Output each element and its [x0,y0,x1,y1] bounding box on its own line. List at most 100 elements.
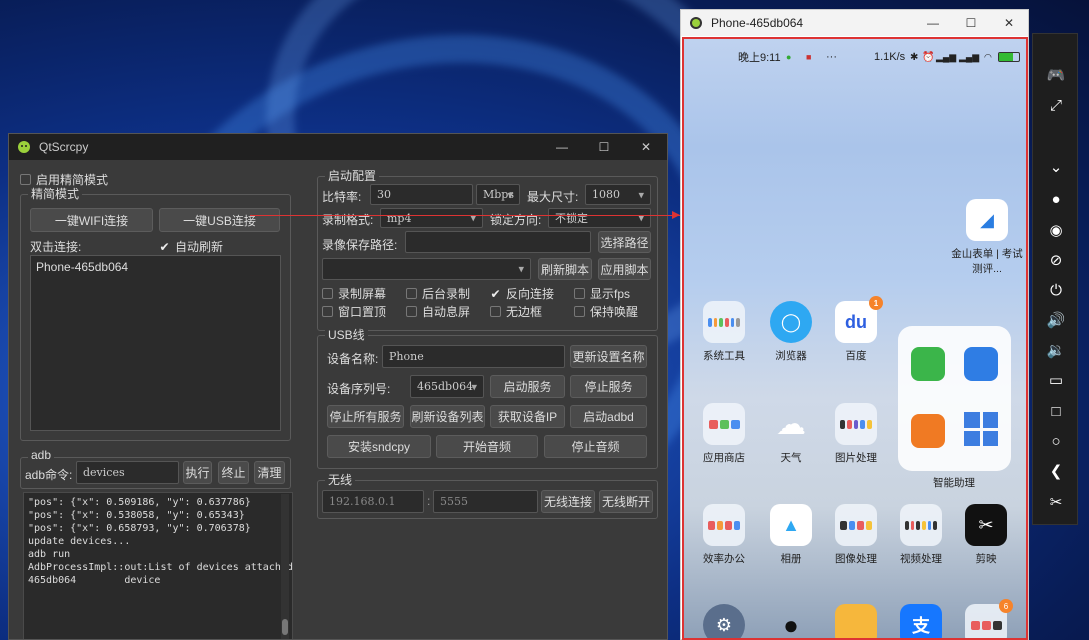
eye-icon[interactable]: ◉ [1040,217,1072,243]
wireless-disconnect-button[interactable]: 无线断开 [599,490,653,513]
volume-up-icon[interactable]: 🔊 [1040,307,1072,333]
log-line: "pos": {"x": 0.538058, "y": 0.65343} [28,510,245,521]
option-frameless[interactable]: 无边框 [490,303,542,320]
app-gallery[interactable]: ▲ 相册 [759,504,823,566]
dock-qq[interactable]: ● [759,604,823,640]
install-sndcpy-button[interactable]: 安装sndcpy [327,435,431,458]
refresh-devices-button[interactable]: 刷新设备列表 [410,405,485,428]
log-line: 465db064 device [28,575,161,586]
checkbox-icon [322,288,333,299]
device-name-input[interactable]: Phone [382,345,565,368]
record-format-select[interactable]: mp4 [380,208,483,228]
log-line: "pos": {"x": 0.658793, "y": 0.706378} [28,523,251,534]
app-video-processing[interactable]: 视频处理 [889,504,953,566]
option-auto-screen-off[interactable]: 自动息屏 [406,303,470,320]
max-size-select[interactable]: 1080 [585,184,651,205]
device-list[interactable]: Phone-465db064 [30,255,281,431]
stop-service-button[interactable]: 停止服务 [570,375,647,398]
scrollbar-thumb[interactable] [282,619,288,635]
adb-execute-button[interactable]: 执行 [183,461,212,484]
wireless-connect-button[interactable]: 无线连接 [541,490,595,513]
script-select[interactable] [322,258,531,280]
apply-script-button[interactable]: 应用脚本 [598,258,651,280]
lock-direction-select[interactable]: 不锁定 [548,208,651,228]
collapse-icon[interactable]: ⌄ [1040,154,1072,180]
start-audio-button[interactable]: 开始音频 [436,435,538,458]
app-weather[interactable]: ☁ 天气 [759,403,823,465]
cut-icon[interactable]: ✂ [1040,489,1072,515]
record-format-label: 录制格式: [322,213,374,227]
eye-off-icon[interactable]: ⊘ [1040,247,1072,273]
option-background-record[interactable]: 后台录制 [406,285,470,302]
wifi-connect-button[interactable]: 一键WIFI连接 [30,208,153,232]
bitrate-unit-select[interactable]: Mbps [476,184,520,205]
dock-alipay[interactable]: 支 [889,604,953,638]
log-scrollbar[interactable] [281,494,289,639]
app-store[interactable]: 应用商店 [692,403,756,465]
adb-clear-button[interactable]: 清理 [254,461,285,484]
qtscrcpy-window: QtScrcpy — ☐ ✕ 启用精简模式 精简模式 一键WIFI连接 一键US… [8,133,668,640]
option-record-screen[interactable]: 录制屏幕 [322,285,386,302]
stop-audio-button[interactable]: 停止音频 [544,435,647,458]
app-switch-icon[interactable]: ▭ [1040,367,1072,393]
maximize-icon[interactable]: ☐ [952,10,990,36]
adb-terminate-button[interactable]: 终止 [218,461,249,484]
gamepad-icon[interactable]: 🎮 [1040,62,1072,88]
bitrate-label: 比特率: [322,190,362,204]
minimize-icon[interactable]: — [914,10,952,36]
dock-folder[interactable]: 6 [954,599,1018,638]
record-path-input[interactable] [405,231,591,253]
usb-connect-button[interactable]: 一键USB连接 [159,208,280,232]
bitrate-input[interactable]: 30 [370,184,473,205]
volume-down-icon[interactable]: 🔉 [1040,337,1072,363]
option-reverse-connect[interactable]: ✔ 反向连接 [490,285,554,302]
smart-assistant-widget[interactable] [898,326,1011,471]
update-name-button[interactable]: 更新设置名称 [570,345,647,368]
dock-notes[interactable] [824,604,888,638]
maximize-icon[interactable]: ☐ [583,134,625,160]
app-image-processing[interactable]: 图片处理 [824,403,888,465]
more-icon: ··· [826,51,837,63]
minimize-icon[interactable]: — [541,134,583,160]
start-service-button[interactable]: 启动服务 [490,375,565,398]
stop-all-services-button[interactable]: 停止所有服务 [327,405,404,428]
app-capcut[interactable]: ✂ 剪映 [954,504,1018,566]
app-baidu[interactable]: du 1 百度 [824,296,888,363]
alipay-icon: 支 [900,604,942,638]
option-show-fps[interactable]: 显示fps [574,285,630,302]
start-adbd-button[interactable]: 启动adbd [570,405,647,428]
option-window-top[interactable]: 窗口置顶 [322,303,386,320]
app-kingsoft-form[interactable]: ◢ 金山表单 | 考试测评... [951,199,1023,276]
select-path-button[interactable]: 选择路径 [598,231,651,253]
get-ip-button[interactable]: 获取设备IP [490,405,565,428]
wireless-port-input[interactable]: 5555 [433,490,538,513]
app-browser[interactable]: ◯ 浏览器 [759,301,823,363]
power-icon[interactable]: ⏻ [1040,277,1072,303]
adb-command-input[interactable]: devices [76,461,179,484]
home-icon[interactable]: □ [1040,398,1072,424]
record-icon[interactable]: ● [1040,186,1072,212]
wireless-ip-input[interactable]: 192.168.0.1 [322,490,424,513]
auto-refresh-checkbox[interactable]: ✔ 自动刷新 [159,238,223,255]
back-icon[interactable]: ❮ [1040,458,1072,484]
close-icon[interactable]: ✕ [990,10,1028,36]
scan-icon [911,347,945,381]
app-office[interactable]: 效率办公 [692,504,756,566]
app-system-tools[interactable]: 系统工具 [692,301,756,363]
serial-select[interactable]: 465db064 [410,375,484,398]
app-smart-assistant-label[interactable]: 智能助理 [922,475,986,490]
close-icon[interactable]: ✕ [625,134,667,160]
circle-home-icon[interactable]: ○ [1040,428,1072,454]
fullscreen-icon[interactable]: ⤢ [1040,92,1072,118]
phone-screen[interactable]: 晚上9:11 ● ■ ··· 1.1K/s ✱ ⏰ ▂▄▆ ▂▄▆ ◠ ◢ 金山… [682,37,1028,640]
device-list-item[interactable]: Phone-465db064 [31,256,280,278]
dock-settings[interactable]: ⚙ [692,604,756,638]
simple-mode-checkbox[interactable]: 启用精简模式 [20,171,108,188]
refresh-script-button[interactable]: 刷新脚本 [538,258,592,280]
checkbox-icon [490,306,501,317]
app-image-editing[interactable]: 图像处理 [824,504,888,566]
qq-icon: ● [783,609,799,640]
checkbox-icon [406,306,417,317]
log-output[interactable]: "pos": {"x": 0.509186, "y": 0.637786} "p… [23,492,293,639]
option-stay-awake[interactable]: 保持唤醒 [574,303,638,320]
